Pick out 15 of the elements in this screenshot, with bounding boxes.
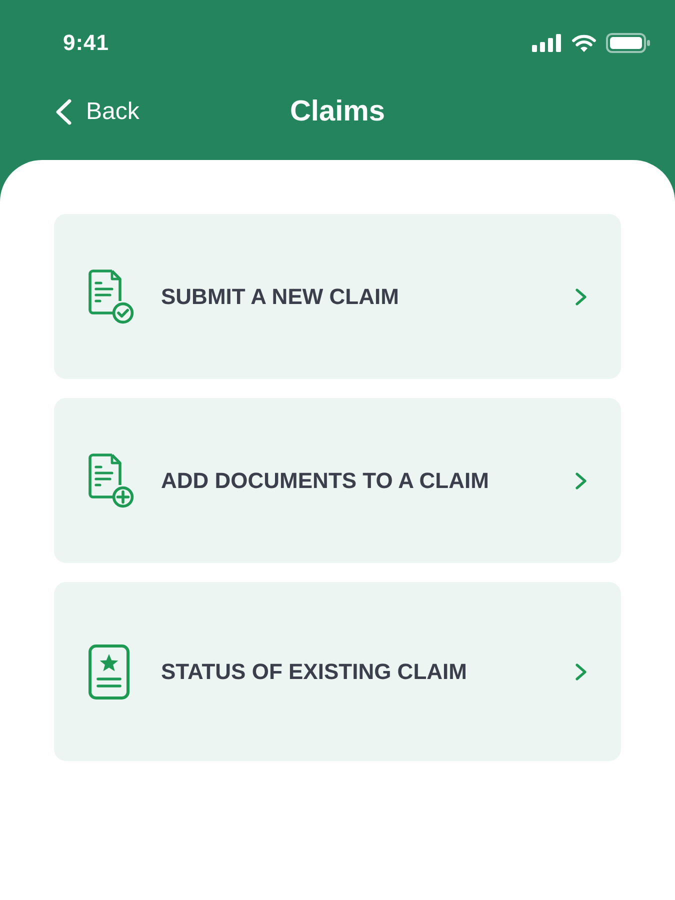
back-chevron-icon xyxy=(55,99,72,125)
chevron-right-icon xyxy=(575,662,587,680)
chevron-right-icon xyxy=(575,288,587,306)
page-title: Claims xyxy=(290,96,386,128)
chevron-right-icon xyxy=(575,472,587,490)
back-button[interactable]: Back xyxy=(55,98,140,126)
status-time: 9:41 xyxy=(63,30,110,56)
signal-icon xyxy=(532,34,562,52)
document-plus-icon xyxy=(88,452,134,508)
claim-option-button[interactable]: STATUS OF EXISTING CLAIM xyxy=(54,582,621,761)
document-check-icon xyxy=(88,268,134,324)
claim-option-button[interactable]: ADD DOCUMENTS TO A CLAIM xyxy=(54,398,621,563)
claim-option-button[interactable]: SUBMIT A NEW CLAIM xyxy=(54,214,621,379)
battery-icon xyxy=(606,33,650,53)
wifi-icon xyxy=(572,34,596,52)
